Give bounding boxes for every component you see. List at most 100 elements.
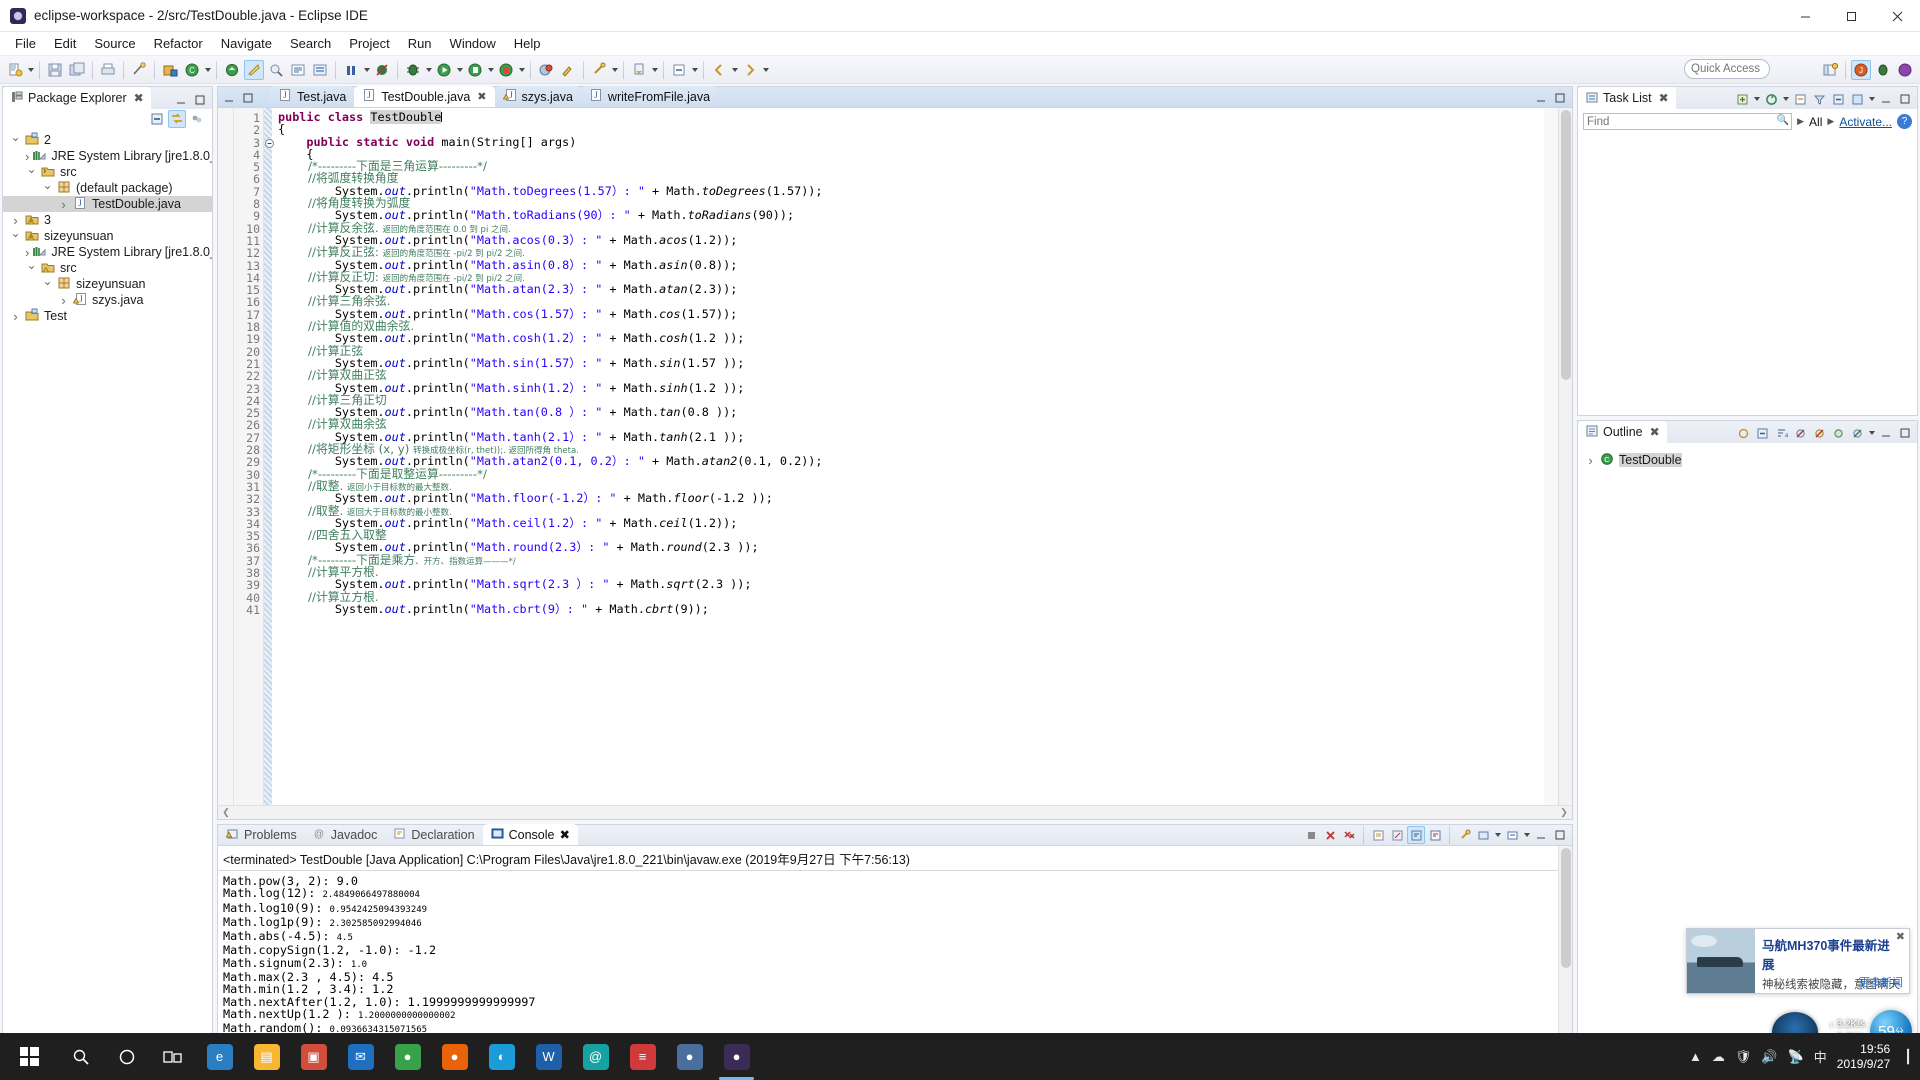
console-output[interactable]: Math.pow(3, 2): 9.0 Math.log(12): 2.48490…	[218, 871, 1572, 1053]
bottom-tab-declaration[interactable]: Declaration	[385, 824, 482, 845]
maximize-button[interactable]	[1828, 0, 1874, 32]
synchronize-dropdown-arrow[interactable]	[1781, 89, 1790, 109]
chevron-down-icon[interactable]	[9, 228, 22, 244]
quick-access-input[interactable]	[1684, 59, 1770, 79]
open-console-dropdown-arrow[interactable]	[1522, 825, 1531, 845]
tree-node-testdouble-java[interactable]: J TestDouble.java	[3, 196, 212, 212]
cloud-icon[interactable]: ☁	[1712, 1049, 1725, 1065]
forward-dropdown-arrow[interactable]	[761, 60, 770, 80]
ime-icon[interactable]: 中	[1814, 1047, 1827, 1066]
console-dropdown-arrow[interactable]	[1493, 825, 1502, 845]
taskbar-edge-icon[interactable]: e	[196, 1033, 243, 1080]
task-find-input[interactable]	[1583, 113, 1793, 130]
focus-on-workweek-button[interactable]	[1791, 90, 1809, 108]
editor-tab-testdouble-java[interactable]: J TestDouble.java ✖	[354, 86, 495, 107]
show-console-on-output-button[interactable]	[1407, 826, 1425, 844]
filter-completed-button[interactable]	[1810, 90, 1828, 108]
new-button[interactable]	[5, 60, 25, 80]
maximize-editor-stack-button[interactable]	[1551, 89, 1569, 107]
chevron-down-icon[interactable]	[41, 180, 54, 196]
chevron-right-icon[interactable]: ▶	[1797, 116, 1804, 127]
perspective-debug-button[interactable]	[1873, 60, 1893, 80]
tree-node-sizeyunsuan[interactable]: sizeyunsuan	[3, 276, 212, 292]
cortana-button[interactable]	[104, 1033, 150, 1080]
menu-item-search[interactable]: Search	[281, 33, 340, 55]
task-view-menu-arrow[interactable]	[1867, 89, 1876, 109]
maximize-outline-button[interactable]	[1896, 424, 1914, 442]
perspective-ee-button[interactable]	[1895, 60, 1915, 80]
debug-dropdown-arrow[interactable]	[424, 60, 433, 80]
editor-vertical-scrollbar[interactable]	[1558, 108, 1572, 805]
console-vertical-scrollbar[interactable]	[1558, 846, 1572, 1039]
menu-item-help[interactable]: Help	[505, 33, 550, 55]
editor-tab-test-java[interactable]: J Test.java	[270, 86, 355, 107]
remove-all-launches-button[interactable]	[1340, 826, 1358, 844]
maximize-view-button[interactable]	[191, 91, 209, 109]
view-menu-button[interactable]	[188, 110, 206, 128]
minimize-view-button[interactable]	[172, 91, 190, 109]
new-java-package-button[interactable]	[160, 60, 180, 80]
display-selected-console-button[interactable]	[1474, 826, 1492, 844]
chevron-down-icon[interactable]	[9, 132, 22, 148]
taskbar-app-blue-icon[interactable]: ◐	[478, 1033, 525, 1080]
perspective-java-button[interactable]: J	[1851, 59, 1871, 80]
tab-outline[interactable]: Outline ✖	[1578, 421, 1667, 443]
task-list-body[interactable]	[1578, 134, 1917, 415]
task-activate-link[interactable]: Activate...	[1839, 115, 1892, 129]
minimize-editor-stack-button[interactable]	[1532, 89, 1550, 107]
bottom-tab-console[interactable]: Console ✖	[482, 824, 578, 845]
task-filter-all[interactable]: All	[1809, 115, 1822, 129]
new-task-dropdown-arrow[interactable]	[1752, 89, 1761, 109]
collapse-all-button[interactable]	[148, 110, 166, 128]
new-task-button[interactable]	[1733, 90, 1751, 108]
skip-breakpoints-button[interactable]	[372, 60, 392, 80]
close-button[interactable]	[1874, 0, 1920, 32]
debug-button[interactable]	[403, 60, 423, 80]
scroll-lock-button[interactable]	[1388, 826, 1406, 844]
start-button[interactable]	[0, 1033, 58, 1080]
back-dropdown-arrow[interactable]	[730, 60, 739, 80]
new-class-dropdown-arrow[interactable]	[203, 60, 212, 80]
open-task-button[interactable]	[310, 60, 330, 80]
maximize-task-list-button[interactable]	[1896, 90, 1914, 108]
terminate-button[interactable]	[1302, 826, 1320, 844]
minimize-button[interactable]	[1782, 0, 1828, 32]
menu-item-run[interactable]: Run	[399, 33, 441, 55]
tree-node-2[interactable]: 2	[3, 132, 212, 148]
close-icon[interactable]: ✖	[1650, 425, 1660, 439]
chevron-down-icon[interactable]	[25, 164, 38, 180]
network-icon[interactable]: 📡	[1788, 1049, 1804, 1065]
pin-editor-button[interactable]	[589, 60, 609, 80]
chevron-right-icon[interactable]	[57, 292, 70, 308]
minimize-outline-button[interactable]	[1877, 424, 1895, 442]
tree-node-src[interactable]: src	[3, 260, 212, 276]
link-with-editor-button[interactable]	[168, 110, 186, 128]
taskbar-mail-icon[interactable]: ✉	[337, 1033, 384, 1080]
profile-button[interactable]	[536, 60, 556, 80]
chevron-up-icon[interactable]: ▲	[1689, 1049, 1702, 1064]
close-icon[interactable]: ✖	[134, 91, 144, 105]
task-view-button[interactable]	[150, 1033, 196, 1080]
synchronize-button[interactable]	[1762, 90, 1780, 108]
run-dropdown-arrow[interactable]	[455, 60, 464, 80]
menu-item-file[interactable]: File	[6, 33, 45, 55]
refresh-button[interactable]	[222, 60, 242, 80]
run-external-dropdown-arrow[interactable]	[486, 60, 495, 80]
chevron-right-icon[interactable]: ▶	[1827, 116, 1834, 127]
tree-node-sizeyunsuan[interactable]: sizeyunsuan	[3, 228, 212, 244]
back-button[interactable]	[709, 60, 729, 80]
outline-view-menu-arrow[interactable]	[1867, 423, 1876, 443]
new-class-button[interactable]: C	[182, 60, 202, 80]
chevron-right-icon[interactable]	[1584, 452, 1597, 468]
save-button[interactable]	[45, 60, 65, 80]
clear-console-button[interactable]	[1369, 826, 1387, 844]
hide-nonpublic-button[interactable]	[1829, 424, 1847, 442]
editor-marker-gutter[interactable]	[218, 108, 234, 819]
tab-package-explorer[interactable]: Package Explorer ✖	[3, 87, 151, 109]
taskbar-person-icon[interactable]: ●	[666, 1033, 713, 1080]
menu-item-edit[interactable]: Edit	[45, 33, 85, 55]
menu-item-navigate[interactable]: Navigate	[212, 33, 281, 55]
bottom-tab-problems[interactable]: Problems	[218, 824, 305, 845]
close-icon[interactable]: ✖	[559, 827, 569, 842]
close-icon[interactable]: ✖	[1659, 91, 1669, 105]
